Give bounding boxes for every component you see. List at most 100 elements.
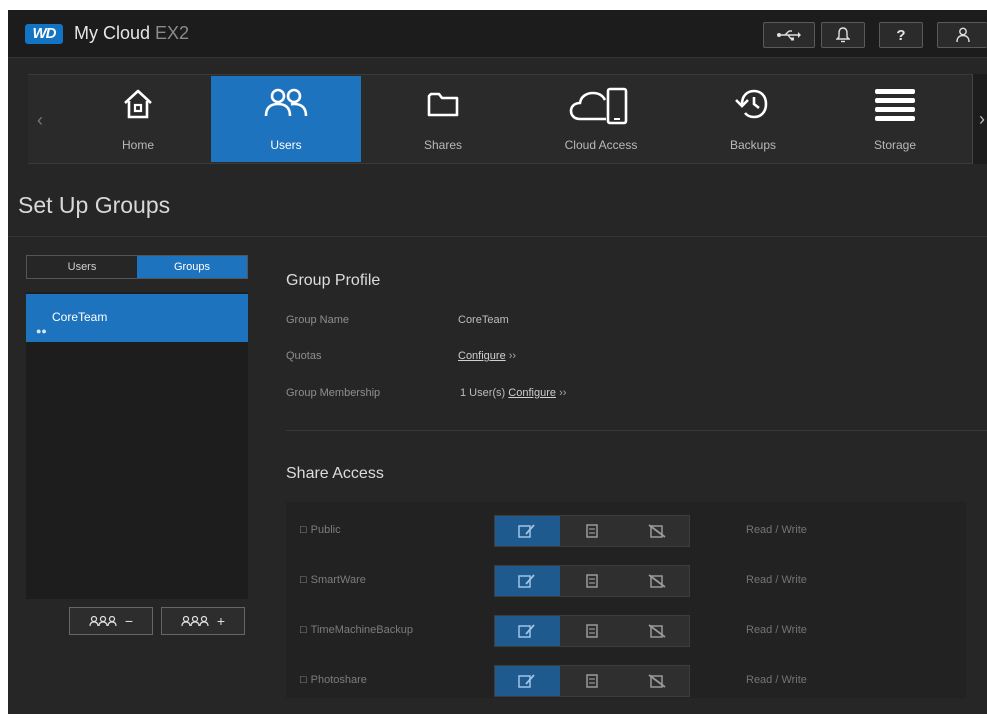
share-name-text: Public (310, 524, 341, 536)
nav-label-backups: Backups (729, 138, 777, 152)
read-write-icon (518, 674, 536, 688)
read-write-icon (518, 524, 536, 538)
share-access-title: Share Access (286, 465, 384, 482)
quotas-label: Quotas (286, 350, 322, 362)
notifications-button[interactable] (821, 22, 865, 48)
group-name-value: CoreTeam (458, 314, 509, 326)
read-only-icon (586, 524, 598, 538)
permission-toggle (494, 565, 690, 597)
read-write-button[interactable] (495, 516, 560, 546)
share-name-text: SmartWare (310, 574, 366, 586)
tab-groups[interactable]: Groups (137, 256, 247, 278)
app-title-suffix: EX2 (155, 23, 190, 43)
deny-access-icon (648, 524, 666, 538)
share-access-panel: □ Public Read / Write □ SmartWare Read / W… (286, 502, 966, 698)
share-name: □ Public (300, 524, 341, 536)
share-row: □ Public Read / Write (286, 511, 966, 551)
nav-item-storage[interactable]: Storage (820, 76, 970, 162)
share-name-text: Photoshare (310, 674, 367, 686)
user-menu-button[interactable] (937, 22, 987, 48)
read-write-icon (518, 574, 536, 588)
chevron-right-icon: ›› (559, 387, 567, 399)
help-icon: ? (896, 26, 906, 44)
deny-access-button[interactable] (624, 616, 690, 646)
help-button[interactable]: ? (879, 22, 923, 48)
permission-toggle (494, 515, 690, 547)
folder-icon (427, 92, 459, 117)
remove-group-button[interactable]: − (69, 607, 153, 635)
share-name: □ TimeMachineBackup (300, 624, 413, 636)
nav-item-cloud-access[interactable]: Cloud Access (526, 76, 676, 162)
divider (8, 236, 987, 237)
read-only-icon (586, 674, 598, 688)
read-only-button[interactable] (559, 516, 625, 546)
nav-next-arrow[interactable]: › (972, 74, 987, 164)
minus-icon: − (124, 613, 134, 629)
permission-status: Read / Write (746, 674, 807, 686)
share-row: □ TimeMachineBackup Read / Write (286, 611, 966, 651)
nav-label-cloud-access: Cloud Access (564, 138, 638, 152)
nav-item-home[interactable]: Home (63, 76, 213, 162)
read-only-icon (586, 574, 598, 588)
nav-label-users: Users (270, 138, 302, 152)
membership-configure-link[interactable]: Configure (508, 387, 556, 399)
read-only-button[interactable] (559, 616, 625, 646)
permission-status: Read / Write (746, 624, 807, 636)
nav-label-shares: Shares (423, 138, 463, 152)
read-write-button[interactable] (495, 566, 560, 596)
app-title-main: My Cloud (74, 23, 151, 43)
users-groups-toggle: Users Groups (26, 255, 248, 279)
permission-toggle (494, 615, 690, 647)
read-write-icon (518, 624, 536, 638)
group-list: ●● CoreTeam (26, 292, 248, 599)
quotas-configure[interactable]: Configure ›› (458, 350, 516, 362)
home-icon (124, 89, 152, 119)
nav-item-users[interactable]: Users (211, 76, 361, 162)
page-title: Set Up Groups (18, 192, 171, 218)
membership-count: 1 User(s) (460, 387, 506, 399)
share-row: □ Photoshare Read / Write (286, 661, 966, 701)
usb-icon (777, 30, 801, 41)
group-name-label: Group Name (286, 314, 349, 326)
share-name: □ Photoshare (300, 674, 367, 686)
share-name: □ SmartWare (300, 574, 366, 586)
nav-label-storage: Storage (873, 138, 917, 152)
deny-access-icon (648, 574, 666, 588)
group-profile-title: Group Profile (286, 272, 381, 289)
storage-icon (875, 89, 915, 121)
group-icon (89, 615, 117, 627)
group-name: CoreTeam (52, 310, 108, 324)
membership-label: Group Membership (286, 387, 381, 399)
list-item[interactable]: ●● CoreTeam (26, 294, 248, 342)
app-title: My Cloud EX2 (74, 23, 189, 44)
quotas-configure-link[interactable]: Configure (458, 350, 506, 362)
deny-access-icon (648, 624, 666, 638)
folder-icon: □ (300, 574, 307, 586)
deny-access-button[interactable] (624, 666, 690, 696)
folder-icon: □ (300, 624, 307, 636)
backups-icon (735, 89, 768, 119)
read-only-button[interactable] (559, 566, 625, 596)
cloud-access-icon (569, 87, 628, 125)
nav-item-backups[interactable]: Backups (678, 76, 828, 162)
permission-status: Read / Write (746, 574, 807, 586)
share-row: □ SmartWare Read / Write (286, 561, 966, 601)
read-only-button[interactable] (559, 666, 625, 696)
deny-access-button[interactable] (624, 566, 690, 596)
tab-users[interactable]: Users (27, 256, 137, 278)
chevron-right-icon: ›› (508, 350, 517, 362)
membership-value: 1 User(s) Configure ›› (460, 387, 566, 399)
nav-label-home: Home (121, 138, 154, 152)
deny-access-button[interactable] (624, 516, 690, 546)
folder-icon: □ (300, 674, 307, 686)
permission-toggle (494, 665, 690, 697)
read-only-icon (586, 624, 598, 638)
read-write-button[interactable] (495, 616, 560, 646)
usb-button[interactable] (763, 22, 815, 48)
group-icon (181, 615, 209, 627)
nav-prev-arrow[interactable]: ‹ (30, 100, 50, 140)
nav-item-shares[interactable]: Shares (368, 76, 518, 162)
add-group-button[interactable]: + (161, 607, 245, 635)
read-write-button[interactable] (495, 666, 560, 696)
wd-logo: WD (25, 24, 63, 44)
